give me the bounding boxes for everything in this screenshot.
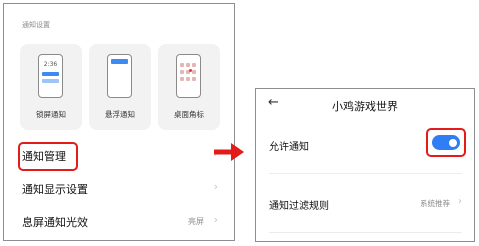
chevron-right-icon: ›: [458, 196, 462, 207]
highlight-box: [18, 142, 78, 171]
floating-phone-icon: [107, 54, 132, 98]
app-icon: [192, 63, 196, 67]
notification-settings-panel: 通知设置 2:36 锁屏通知 悬浮通知 桌面角标 通知管理 通知显示设置 › 息…: [3, 3, 235, 241]
chevron-right-icon: ›: [213, 180, 218, 193]
badge-phone-icon: [176, 54, 201, 98]
divider: [269, 173, 462, 174]
card-label: 锁屏通知: [36, 110, 66, 119]
app-icon: [180, 70, 184, 74]
section-title: 通知设置: [22, 21, 50, 29]
app-notification-panel: ← 小鸡游戏世界 允许通知 通知过滤规则 系统推荐 ›: [255, 88, 475, 242]
notification-bar: [42, 79, 59, 83]
app-icon: [180, 77, 184, 81]
lockscreen-phone-icon: 2:36: [38, 54, 63, 98]
page-title: 小鸡游戏世界: [332, 100, 398, 113]
divider: [269, 232, 462, 233]
app-icon: [186, 77, 190, 81]
highlight-box: [426, 128, 466, 157]
app-icon: [186, 63, 190, 67]
row-notification-display[interactable]: 通知显示设置 ›: [22, 178, 218, 200]
row-label: 通知显示设置: [22, 183, 88, 196]
notification-bar: [42, 72, 59, 76]
red-arrow-icon: [214, 143, 244, 161]
row-screen-off-light[interactable]: 息屏通知光效 亮屏 ›: [22, 211, 218, 233]
app-icon: [192, 70, 196, 74]
card-label: 悬浮通知: [105, 110, 135, 119]
floating-notification-card[interactable]: 悬浮通知: [89, 44, 151, 130]
card-label: 桌面角标: [174, 110, 204, 119]
app-icon: [192, 77, 196, 81]
row-label: 允许通知: [269, 142, 309, 153]
lockscreen-notification-card[interactable]: 2:36 锁屏通知: [20, 44, 82, 130]
row-label: 息屏通知光效: [22, 216, 88, 229]
row-label: 通知过滤规则: [269, 201, 329, 212]
badge-notification-card[interactable]: 桌面角标: [158, 44, 220, 130]
app-icon: [180, 63, 184, 67]
row-value: 亮屏: [188, 217, 204, 226]
chevron-right-icon: ›: [213, 213, 218, 226]
notification-bar: [111, 59, 128, 64]
row-value: 系统推荐: [420, 199, 450, 208]
clock-text: 2:36: [43, 61, 58, 68]
